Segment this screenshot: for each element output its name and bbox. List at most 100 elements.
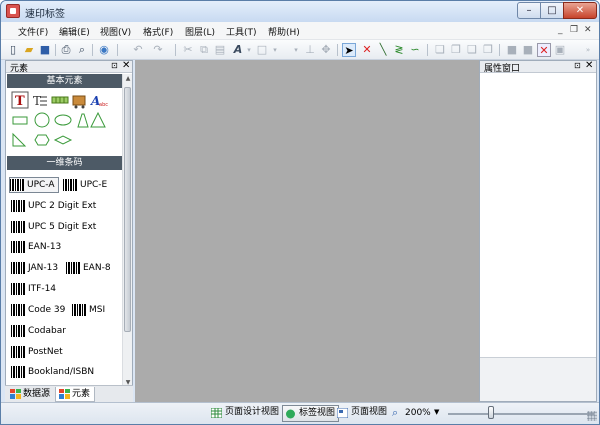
barcode-icon bbox=[11, 283, 25, 295]
barcode-upc-a[interactable]: UPC-A bbox=[9, 177, 59, 193]
close-window-button[interactable]: ✕ bbox=[563, 2, 597, 19]
elements-panel: 元素 ⊡ ✕ 基本元素 T T A abc 一维条码 UPC-A UPC-E U… bbox=[5, 60, 133, 402]
print-preview-icon[interactable]: ⌕ bbox=[75, 43, 89, 57]
barcode-postnet[interactable]: PostNet bbox=[11, 344, 63, 360]
curve-tool-icon[interactable]: ∽ bbox=[408, 43, 422, 57]
barcode-code-39[interactable]: Code 39 bbox=[11, 302, 65, 318]
barcode-itf-14[interactable]: ITF-14 bbox=[11, 281, 56, 297]
basic-elements-row-1: T T A abc bbox=[11, 91, 108, 109]
zoom-slider-thumb[interactable] bbox=[488, 406, 494, 419]
section-1d-barcode[interactable]: 一维条码 bbox=[7, 156, 122, 170]
menu-file[interactable]: 文件(F) bbox=[18, 25, 48, 38]
barcode-upc-2-digit-ext[interactable]: UPC 2 Digit Ext bbox=[11, 198, 96, 214]
menu-tools[interactable]: 工具(T) bbox=[226, 25, 257, 38]
barcode-ean-8[interactable]: EAN-8 bbox=[66, 260, 111, 276]
resize-grip[interactable] bbox=[587, 411, 597, 421]
redo-icon[interactable]: ↷ bbox=[151, 43, 165, 57]
barcode-icon bbox=[63, 179, 77, 191]
scroll-thumb[interactable] bbox=[124, 87, 131, 332]
scroll-up-icon[interactable]: ▲ bbox=[123, 74, 133, 84]
toolbar-overflow-icon[interactable]: » bbox=[581, 43, 595, 57]
section-basic-elements[interactable]: 基本元素 bbox=[7, 74, 122, 88]
page-design-view-button[interactable]: 页面设计视图 bbox=[209, 405, 282, 422]
barcode-bookland-isbn[interactable]: Bookland/ISBN bbox=[11, 364, 94, 380]
maximize-button[interactable]: □ bbox=[540, 2, 564, 19]
tab-elements[interactable]: 元素 bbox=[55, 387, 95, 402]
trapezoid-shape-icon bbox=[77, 113, 89, 128]
copy-icon[interactable]: ⧉ bbox=[197, 43, 211, 57]
barcode-icon bbox=[11, 325, 25, 337]
zoom-dropdown-icon[interactable]: ▼ bbox=[434, 408, 439, 416]
polyline-tool-icon[interactable]: ≷ bbox=[392, 43, 406, 57]
line-style-dropdown-icon[interactable]: ▾ bbox=[289, 43, 303, 57]
barcode-ean-13[interactable]: EAN-13 bbox=[11, 239, 61, 255]
tab-data-source[interactable]: 数据源 bbox=[7, 387, 50, 402]
barcode-upc-5-digit-ext[interactable]: UPC 5 Digit Ext bbox=[11, 219, 96, 235]
barcode-label: EAN-8 bbox=[83, 263, 111, 273]
basic-elements-row-3 bbox=[12, 132, 73, 147]
menu-layer[interactable]: 图层(L) bbox=[185, 25, 215, 38]
line-tool-icon[interactable]: ╲ bbox=[376, 43, 390, 57]
elements-scrollbar[interactable]: ▲ ▼ bbox=[122, 74, 132, 388]
menu-format[interactable]: 格式(F) bbox=[143, 25, 173, 38]
barcode-icon bbox=[11, 262, 25, 274]
close-panel-icon[interactable]: ✕ bbox=[585, 60, 593, 71]
barcode-label: ITF-14 bbox=[28, 284, 57, 294]
barcode-icon bbox=[11, 241, 25, 253]
cut-icon[interactable]: ✂ bbox=[181, 43, 195, 57]
group-icon[interactable]: ❑ bbox=[465, 43, 479, 57]
label-view-button[interactable]: 标签视图 bbox=[282, 405, 340, 422]
menu-view[interactable]: 视图(V) bbox=[100, 25, 131, 38]
cancel-icon[interactable]: ✕ bbox=[537, 43, 551, 57]
design-canvas[interactable] bbox=[135, 60, 479, 402]
font-dropdown-icon[interactable]: ▾ bbox=[242, 43, 256, 57]
pin-icon[interactable]: ⊡ bbox=[111, 61, 118, 70]
move-icon[interactable]: ✥ bbox=[319, 43, 333, 57]
zoom-slider-track[interactable] bbox=[448, 413, 594, 415]
triangle-shape-icon bbox=[90, 112, 106, 128]
pointer-tool-icon[interactable]: ➤ bbox=[342, 43, 356, 57]
new-file-icon[interactable]: ▯ bbox=[6, 43, 20, 57]
print-icon[interactable]: ⎙ bbox=[59, 43, 73, 57]
border-icon[interactable]: □ bbox=[255, 43, 269, 57]
title-bar[interactable]: 速印标签 – □ ✕ bbox=[1, 1, 599, 22]
pin-icon[interactable]: ⊡ bbox=[574, 61, 581, 70]
open-folder-icon[interactable]: ▰ bbox=[22, 43, 36, 57]
mdi-minimize-button[interactable]: _ bbox=[558, 25, 563, 35]
send-back-icon[interactable]: ❐ bbox=[449, 43, 463, 57]
barcode-element-icon bbox=[51, 96, 69, 104]
menu-help[interactable]: 帮助(H) bbox=[268, 25, 300, 38]
align-right-icon[interactable]: ■ bbox=[521, 43, 535, 57]
barcode-codabar[interactable]: Codabar bbox=[11, 323, 66, 339]
page-view-button[interactable]: 页面视图 bbox=[335, 405, 390, 422]
menu-edit[interactable]: 编辑(E) bbox=[59, 25, 90, 38]
app-logo-icon bbox=[6, 4, 20, 18]
bring-front-icon[interactable]: ❏ bbox=[433, 43, 447, 57]
barcode-label: Bookland/ISBN bbox=[28, 367, 95, 377]
barcode-upc-e[interactable]: UPC-E bbox=[63, 177, 107, 193]
paste-icon[interactable]: ▤ bbox=[213, 43, 227, 57]
properties-panel: 属性窗口 ⊡ ✕ bbox=[479, 60, 597, 402]
mdi-restore-button[interactable]: ❐ bbox=[570, 25, 578, 35]
barcode-msi[interactable]: MSI bbox=[72, 302, 105, 318]
mdi-close-button[interactable]: ✕ bbox=[584, 25, 592, 35]
lock-icon[interactable]: ▣ bbox=[553, 43, 567, 57]
ungroup-icon[interactable]: ❒ bbox=[481, 43, 495, 57]
barcode-jan-13[interactable]: JAN-13 bbox=[11, 260, 58, 276]
data-source-icon bbox=[10, 389, 21, 399]
database-icon[interactable]: ◉ bbox=[97, 43, 111, 57]
undo-icon[interactable]: ↶ bbox=[131, 43, 145, 57]
barcode-icon bbox=[11, 304, 25, 316]
barcode-label: UPC-A bbox=[27, 180, 55, 190]
align-tree-icon[interactable]: ⊥ bbox=[303, 43, 317, 57]
delete-tool-icon[interactable]: ✕ bbox=[360, 43, 374, 57]
barcode-icon bbox=[10, 179, 24, 191]
save-icon[interactable]: ■ bbox=[38, 43, 52, 57]
minimize-button[interactable]: – bbox=[517, 2, 541, 19]
border-dropdown-icon[interactable]: ▾ bbox=[268, 43, 282, 57]
align-left-icon[interactable]: ■ bbox=[505, 43, 519, 57]
zoom-icon[interactable]: ⌕ bbox=[392, 406, 398, 420]
view-label: 页面视图 bbox=[351, 407, 388, 417]
properties-panel-header: 属性窗口 ⊡ ✕ bbox=[480, 60, 596, 74]
close-panel-icon[interactable]: ✕ bbox=[122, 60, 130, 71]
